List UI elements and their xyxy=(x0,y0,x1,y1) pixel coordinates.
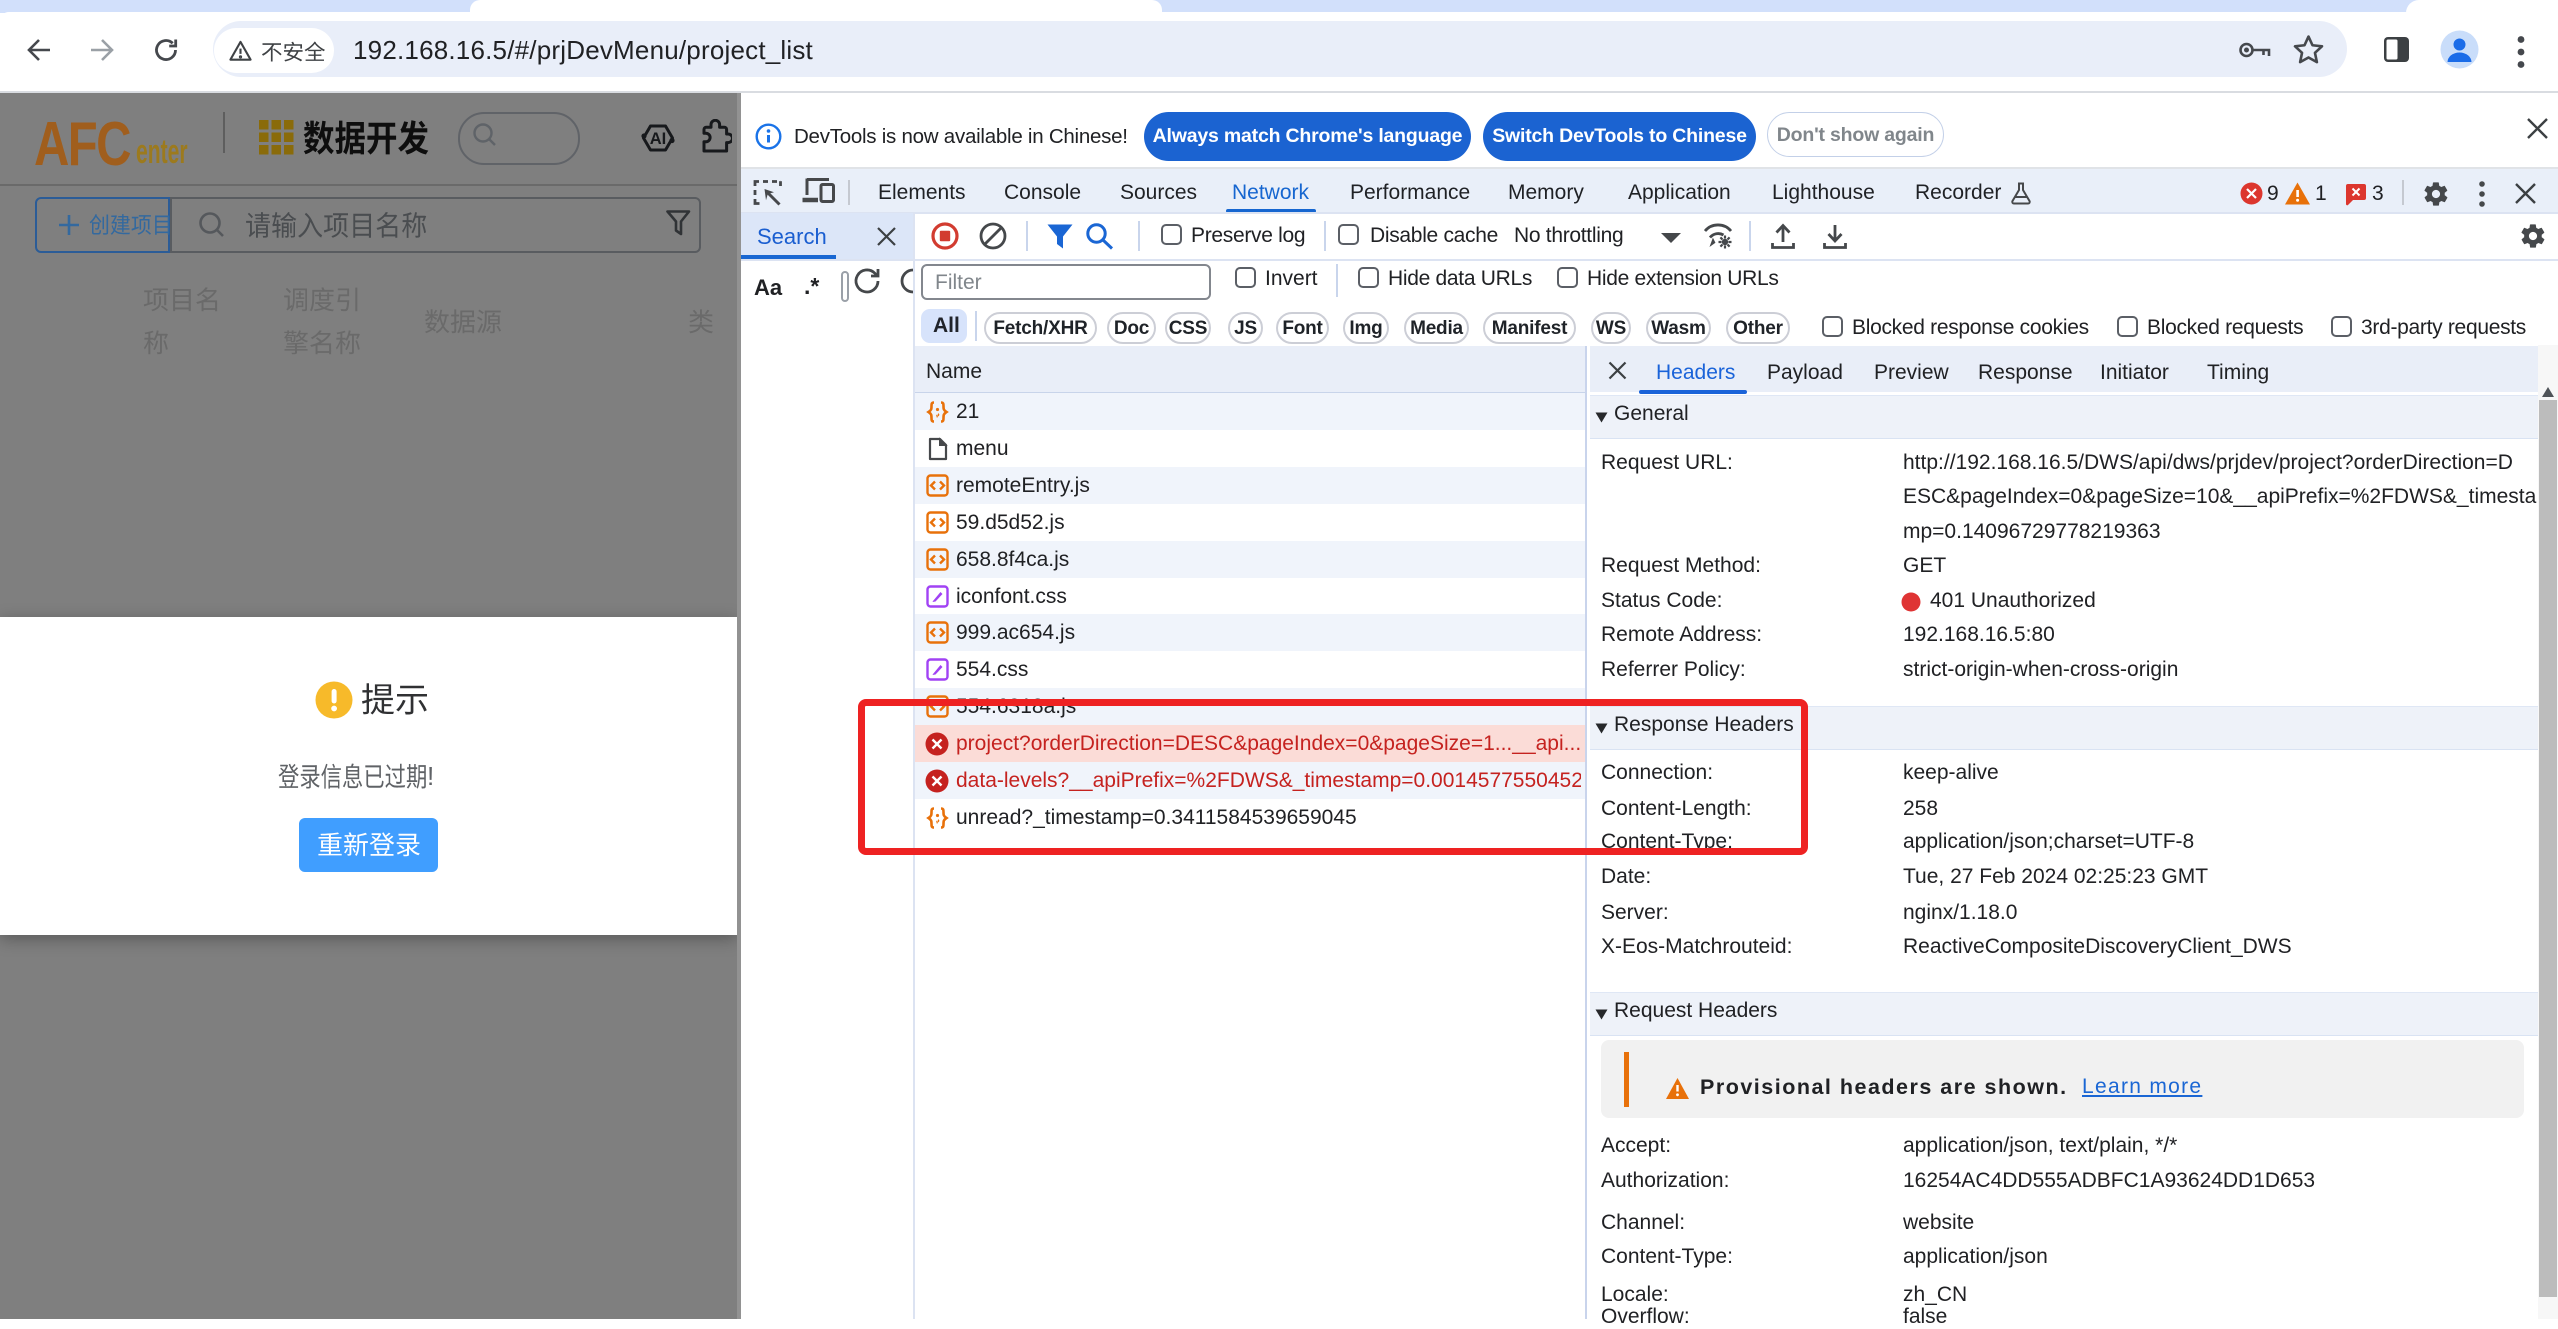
svg-text:AI: AI xyxy=(650,130,667,148)
